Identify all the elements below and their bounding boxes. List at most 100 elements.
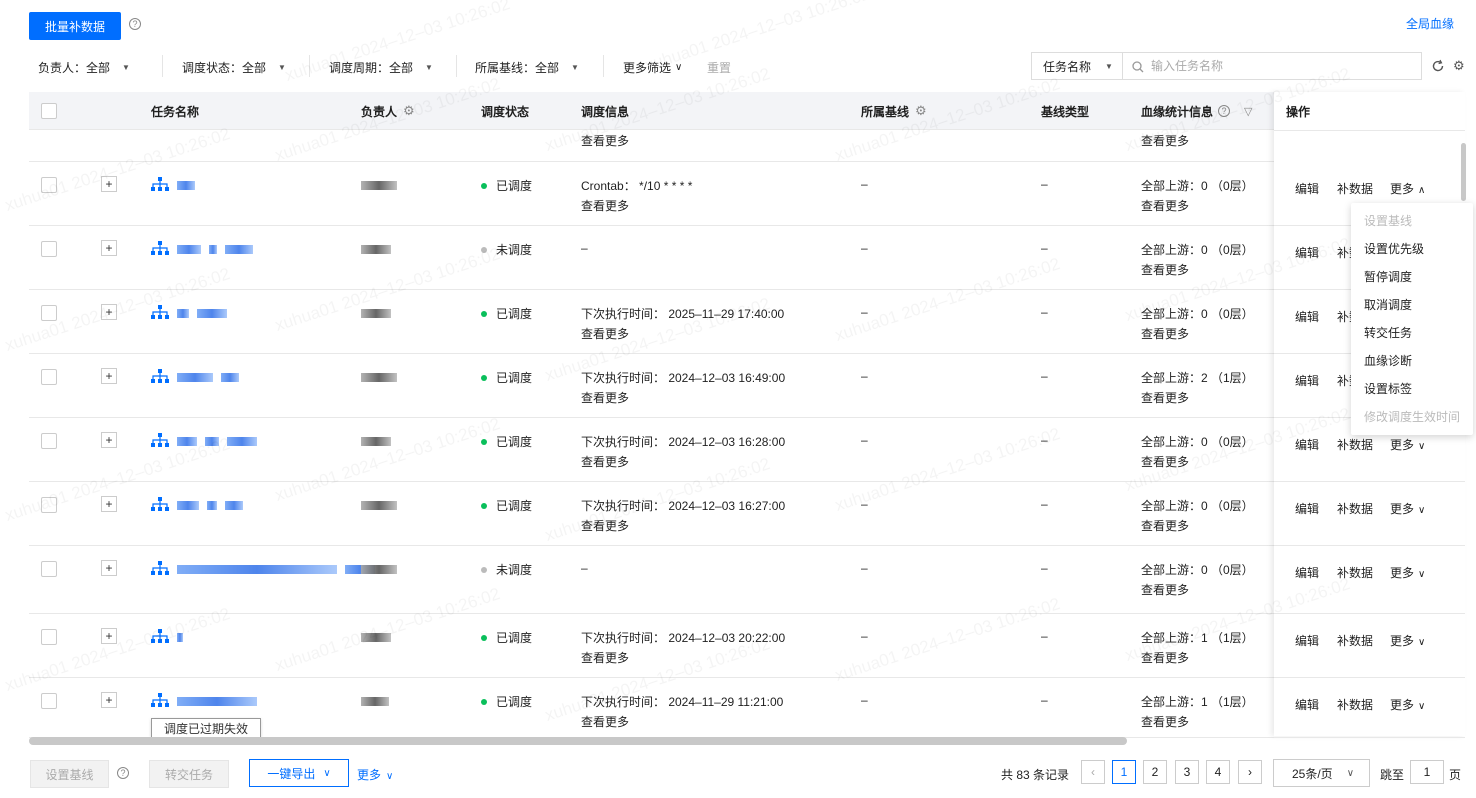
backfill-button[interactable]: 补数据 — [1337, 696, 1373, 713]
row-checkbox[interactable] — [41, 305, 57, 321]
lineage-more-link[interactable]: 查看更多 — [1141, 389, 1189, 406]
expand-icon[interactable]: + — [101, 304, 117, 320]
backfill-button[interactable]: 补数据 — [1337, 632, 1373, 649]
task-name[interactable] — [177, 179, 203, 193]
schedule-more-link[interactable]: 查看更多 — [581, 132, 629, 149]
schedule-more-link[interactable]: 查看更多 — [581, 389, 629, 406]
edit-button[interactable]: 编辑 — [1295, 696, 1319, 713]
edit-button[interactable]: 编辑 — [1295, 180, 1319, 197]
row-checkbox[interactable] — [41, 629, 57, 645]
filter-owner[interactable]: 负责人： 全部 ▼ — [38, 58, 130, 76]
filter-baseline[interactable]: 所属基线： 全部 ▼ — [475, 58, 579, 76]
lineage-more-link[interactable]: 查看更多 — [1141, 581, 1189, 598]
lineage-more-link[interactable]: 查看更多 — [1141, 649, 1189, 666]
search-input[interactable] — [1123, 53, 1421, 79]
task-name[interactable] — [177, 563, 383, 577]
row-checkbox[interactable] — [41, 497, 57, 513]
edit-button[interactable]: 编辑 — [1295, 564, 1319, 581]
edit-button[interactable]: 编辑 — [1295, 632, 1319, 649]
select-all-checkbox[interactable] — [41, 103, 57, 119]
task-name[interactable] — [177, 435, 265, 449]
row-checkbox[interactable] — [41, 177, 57, 193]
transfer-task-button[interactable]: 转交任务 — [149, 760, 229, 788]
schedule-more-link[interactable]: 查看更多 — [581, 649, 629, 666]
edit-button[interactable]: 编辑 — [1295, 500, 1319, 517]
expand-icon[interactable]: + — [101, 432, 117, 448]
more-actions-button[interactable]: 更多 ∧ — [1390, 180, 1425, 197]
lineage-more-link[interactable]: 查看更多 — [1141, 261, 1189, 278]
lineage-more-link[interactable]: 查看更多 — [1141, 713, 1189, 730]
expand-icon[interactable]: + — [101, 692, 117, 708]
schedule-more-link[interactable]: 查看更多 — [581, 453, 629, 470]
page-1[interactable]: 1 — [1112, 760, 1136, 784]
backfill-button[interactable]: 补数据 — [1337, 436, 1373, 453]
prev-page-button[interactable]: ‹ — [1081, 760, 1105, 784]
edit-button[interactable]: 编辑 — [1295, 372, 1319, 389]
dropdown-item[interactable]: 设置标签 — [1351, 375, 1473, 403]
jump-page-input[interactable]: 1 — [1410, 760, 1444, 784]
page-4[interactable]: 4 — [1206, 760, 1230, 784]
schedule-more-link[interactable]: 查看更多 — [581, 197, 629, 214]
row-checkbox[interactable] — [41, 369, 57, 385]
task-name[interactable] — [177, 371, 247, 385]
gear-icon[interactable]: ⚙ — [1453, 58, 1465, 74]
dropdown-item[interactable]: 设置优先级 — [1351, 235, 1473, 263]
lineage-more-link[interactable]: 查看更多 — [1141, 197, 1189, 214]
task-name[interactable] — [177, 631, 191, 645]
row-checkbox[interactable] — [41, 433, 57, 449]
more-actions-button[interactable]: 更多∨ — [1390, 564, 1425, 581]
lineage-more-link[interactable]: 查看更多 — [1141, 453, 1189, 470]
help-icon[interactable]: ? — [1218, 105, 1231, 117]
dropdown-item[interactable]: 暂停调度 — [1351, 263, 1473, 291]
dropdown-item[interactable]: 血缘诊断 — [1351, 347, 1473, 375]
global-lineage-link[interactable]: 全局血缘 — [1406, 15, 1454, 32]
expand-icon[interactable]: + — [101, 496, 117, 512]
gear-icon[interactable]: ⚙ — [915, 103, 927, 119]
horizontal-scrollbar[interactable] — [29, 737, 1127, 745]
edit-button[interactable]: 编辑 — [1295, 244, 1319, 261]
edit-button[interactable]: 编辑 — [1295, 308, 1319, 325]
more-actions-button[interactable]: 更多∨ — [1390, 632, 1425, 649]
backfill-button[interactable]: 补数据 — [1337, 564, 1373, 581]
dropdown-item[interactable]: 转交任务 — [1351, 319, 1473, 347]
row-checkbox[interactable] — [41, 561, 57, 577]
help-icon[interactable]: ? — [117, 767, 129, 779]
lineage-more-link[interactable]: 查看更多 — [1141, 325, 1189, 342]
row-checkbox[interactable] — [41, 693, 57, 709]
expand-icon[interactable]: + — [101, 368, 117, 384]
expand-icon[interactable]: + — [101, 560, 117, 576]
vertical-scrollbar[interactable] — [1461, 143, 1466, 201]
more-filters-button[interactable]: 更多筛选 ∨ — [623, 58, 682, 76]
task-name[interactable] — [177, 243, 261, 257]
page-2[interactable]: 2 — [1143, 760, 1167, 784]
search-field-select[interactable]: 任务名称 ▼ — [1032, 53, 1123, 79]
more-actions-button[interactable]: 更多∨ — [1390, 696, 1425, 713]
expand-icon[interactable]: + — [101, 176, 117, 192]
task-name[interactable] — [177, 695, 265, 709]
footer-more-button[interactable]: 更多 ∨ — [357, 766, 393, 783]
more-actions-button[interactable]: 更多∨ — [1390, 436, 1425, 453]
next-page-button[interactable]: › — [1238, 760, 1262, 784]
schedule-more-link[interactable]: 查看更多 — [581, 517, 629, 534]
schedule-more-link[interactable]: 查看更多 — [581, 713, 629, 730]
lineage-more-link[interactable]: 查看更多 — [1141, 517, 1189, 534]
task-name[interactable] — [177, 307, 235, 321]
expand-icon[interactable]: + — [101, 628, 117, 644]
row-checkbox[interactable] — [41, 241, 57, 257]
gear-icon[interactable]: ⚙ — [403, 103, 415, 119]
backfill-button[interactable]: 补数据 — [1337, 180, 1373, 197]
task-name[interactable] — [177, 499, 251, 513]
page-3[interactable]: 3 — [1175, 760, 1199, 784]
dropdown-item[interactable]: 取消调度 — [1351, 291, 1473, 319]
schedule-more-link[interactable]: 查看更多 — [581, 325, 629, 342]
filter-icon[interactable]: ▽ — [1244, 105, 1252, 118]
lineage-more-link[interactable]: 查看更多 — [1141, 132, 1189, 149]
reset-button[interactable]: 重置 — [707, 58, 731, 76]
set-baseline-button[interactable]: 设置基线 — [30, 760, 109, 788]
filter-schedule-status[interactable]: 调度状态： 全部 ▼ — [182, 58, 286, 76]
batch-backfill-button[interactable]: 批量补数据 — [29, 12, 121, 40]
help-icon[interactable]: ? — [129, 18, 141, 30]
filter-schedule-cycle[interactable]: 调度周期： 全部 ▼ — [329, 58, 433, 76]
more-actions-button[interactable]: 更多∨ — [1390, 500, 1425, 517]
backfill-button[interactable]: 补数据 — [1337, 500, 1373, 517]
